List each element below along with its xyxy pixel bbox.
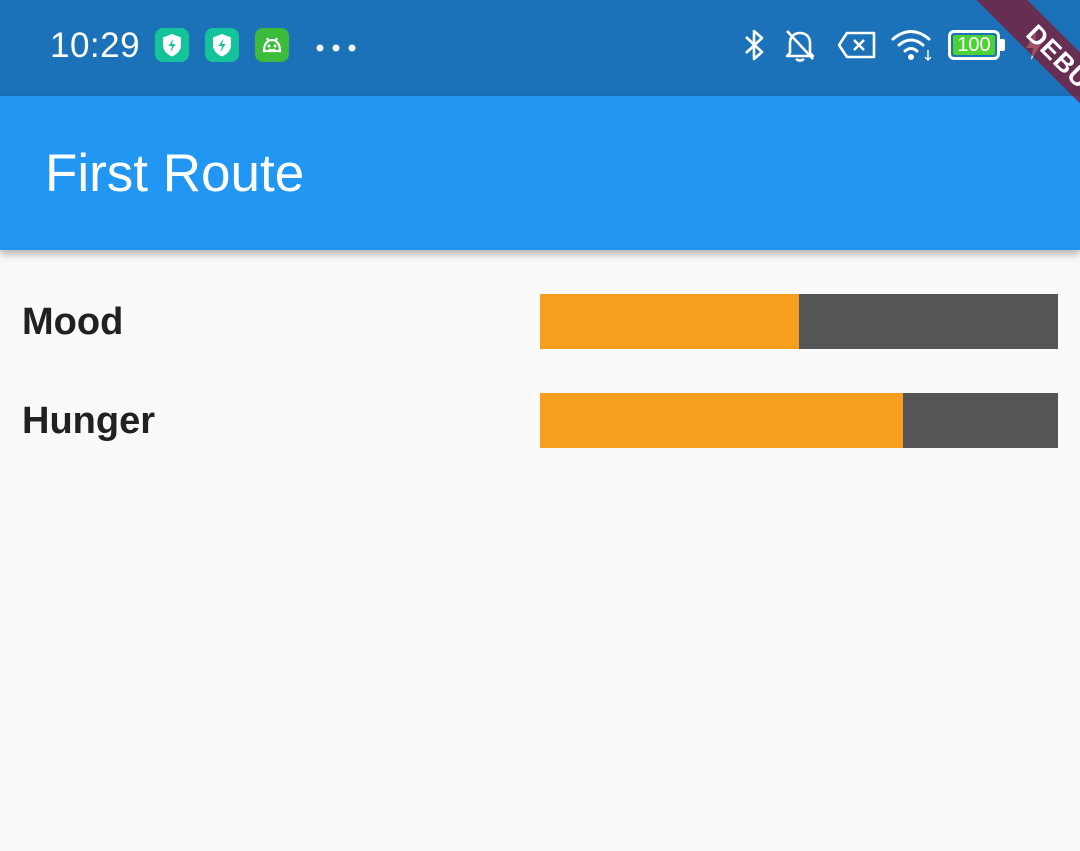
page-title: First Route: [45, 144, 305, 203]
shield-bolt-icon: [155, 28, 189, 62]
more-notifications-icon: [316, 40, 356, 52]
mood-progress-bar: [540, 294, 1058, 349]
app-bar: First Route: [0, 96, 1080, 250]
stat-label-hunger: Hunger: [22, 400, 155, 442]
android-robot-icon: [255, 28, 289, 62]
charging-icon: [1022, 30, 1046, 62]
stat-row-mood: Mood: [0, 294, 1080, 350]
battery-cap: [1000, 39, 1005, 51]
hunger-progress-bar: [540, 393, 1058, 448]
battery-level: 100: [957, 34, 991, 56]
bluetooth-icon: [742, 26, 768, 64]
no-sim-icon: [837, 30, 877, 60]
stat-row-hunger: Hunger: [0, 393, 1080, 449]
bell-off-icon: [782, 26, 818, 64]
battery-icon: 100: [948, 30, 1006, 60]
mood-progress-fill: [540, 294, 799, 349]
shield-bolt-icon: [205, 28, 239, 62]
status-time: 10:29: [50, 26, 141, 65]
status-bar: 10:29 100: [0, 0, 1080, 96]
stat-label-mood: Mood: [22, 301, 124, 343]
stats-list: Mood Hunger: [0, 250, 1080, 851]
hunger-progress-fill: [540, 393, 903, 448]
wifi-icon: [890, 28, 934, 62]
